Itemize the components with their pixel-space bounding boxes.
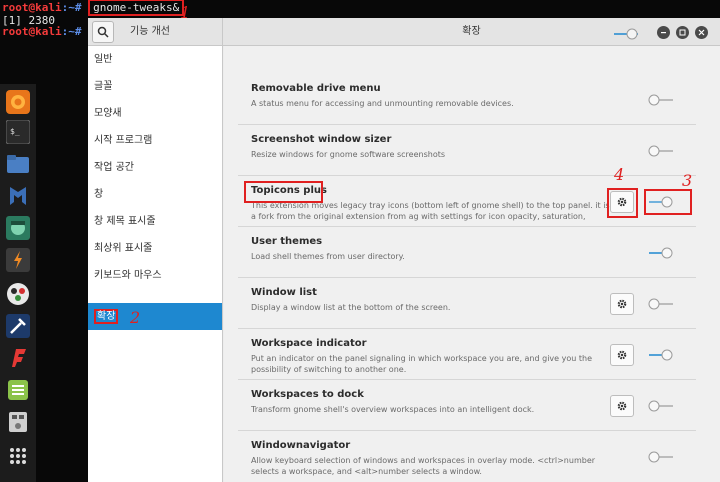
burp-icon[interactable] [6,248,30,272]
prompt-path: :~# [61,25,82,38]
extension-row-removable-drive-menu: Removable drive menu A status menu for a… [238,74,696,125]
extension-row-window-list: Window list Display a window list at the… [238,278,696,329]
notes-icon[interactable] [6,378,30,402]
extension-row-screenshot-window-sizer: Screenshot window sizer Resize windows f… [238,125,696,176]
sidebar-item-window-titlebars[interactable]: 창 제목 표시줄 [88,208,222,235]
sidebar-item-windows[interactable]: 창 [88,181,222,208]
extensions-list: Removable drive menu A status menu for a… [224,46,720,482]
header-bar: 확장 [223,18,720,46]
page-title: 확장 [462,26,481,37]
extension-description: This extension moves legacy tray icons (… [251,201,610,221]
flashfire-icon[interactable] [6,346,30,370]
sidebar: 일반 글꼴 모양새 시작 프로그램 작업 공간 창 창 제목 표시줄 최상위 표… [88,46,223,482]
sidebar-header: 기능 개선 [88,18,223,46]
extension-title: Workspace indicator [251,338,367,349]
multi-circle-icon[interactable] [6,282,30,306]
screen: root@kali:~# gnome-tweaks& [1] 2380 root… [0,0,720,482]
sidebar-item-appearance[interactable]: 모양새 [88,100,222,127]
extension-row-windownavigator: Windownavigator Allow keyboard selection… [238,431,696,482]
extension-title: Windownavigator [251,440,351,451]
dock: $_ [0,84,36,482]
extension-toggle-off[interactable] [648,298,674,310]
annotation-box-toggle [644,189,692,215]
close-icon [698,29,705,36]
extension-toggle-off[interactable] [648,451,674,463]
extension-settings-button[interactable] [610,395,634,417]
extension-row-workspaces-to-dock: Workspaces to dock Transform gnome shell… [238,380,696,431]
minimize-button[interactable] [657,26,670,39]
extension-description: Display a window list at the bottom of t… [251,303,451,312]
prompt-user: root@kali [2,1,62,14]
gear-icon [617,299,627,309]
annotation-number-2: 2 [130,308,141,327]
sidebar-item-keyboard-mouse[interactable]: 키보드와 마우스 [88,262,222,289]
extension-title: Removable drive menu [251,83,381,94]
extension-settings-button[interactable] [610,293,634,315]
extension-settings-button[interactable] [610,344,634,366]
extension-description: Put an indicator on the panel signaling … [251,354,592,374]
sidebar-item-fonts[interactable]: 글꼴 [88,73,222,100]
tool-icon[interactable] [6,314,30,338]
maximize-icon [679,29,686,36]
sidebar-item-general[interactable]: 일반 [88,46,222,73]
extension-title: User themes [251,236,323,247]
grid-icon[interactable] [6,444,30,468]
sidebar-item-extensions-label: 확장 [94,309,119,324]
annotation-number-3: 3 [682,171,693,190]
extension-description: A status menu for accessing and unmounti… [251,99,514,108]
metasploit-icon[interactable] [6,184,30,208]
gear-icon [617,401,627,411]
extension-title: Workspaces to dock [251,389,364,400]
extension-row-user-themes: User themes Load shell themes from user … [238,227,696,278]
sidebar-title: 기능 개선 [130,26,170,37]
sidebar-item-top-bar[interactable]: 최상위 표시줄 [88,235,222,262]
sidebar-item-startup-apps[interactable]: 시작 프로그램 [88,127,222,154]
extension-description: Transform gnome shell's overview workspa… [251,405,535,414]
prompt-path: :~# [61,1,82,14]
terminal-icon[interactable]: $_ [6,120,30,144]
terminal-line-1: root@kali:~# gnome-tweaks& [2,0,185,16]
extension-toggle-off[interactable] [648,94,674,106]
annotation-box-settings [607,188,638,218]
extension-toggle-on[interactable] [648,349,674,361]
search-button[interactable] [92,21,114,43]
archive-icon[interactable] [6,410,30,434]
search-icon [97,26,109,38]
extension-title: Window list [251,287,317,298]
extension-title: Screenshot window sizer [251,134,392,145]
terminal-line-3: root@kali:~# [2,25,96,39]
annotation-box-topicons-title [244,181,323,203]
extension-description: Load shell themes from user directory. [251,252,405,261]
face-icon[interactable] [6,216,30,240]
annotation-number-4: 4 [614,165,625,184]
extension-row-workspace-indicator: Workspace indicator Put an indicator on … [238,329,696,380]
extension-toggle-on[interactable] [648,247,674,259]
close-button[interactable] [695,26,708,39]
firefox-icon[interactable] [6,90,30,114]
gear-icon [617,350,627,360]
extension-description: Resize windows for gnome software screen… [251,150,446,159]
tweaks-window: 기능 개선 확장 일반 글꼴 모양새 시작 프로그램 작업 공간 창 창 제목 … [88,18,720,482]
maximize-button[interactable] [676,26,689,39]
folder-icon[interactable] [6,152,30,176]
header-toggle-switch[interactable] [613,25,639,44]
command-text: gnome-tweaks& [88,0,185,16]
extension-toggle-off[interactable] [648,145,674,157]
minimize-icon [661,32,666,34]
sidebar-item-extensions[interactable]: 확장 [88,303,222,330]
prompt-user: root@kali [2,25,62,38]
extension-toggle-off[interactable] [648,400,674,412]
extension-description: Allow keyboard selection of windows and … [251,456,596,476]
svg-text:$_: $_ [10,127,20,136]
sidebar-item-workspaces[interactable]: 작업 공간 [88,154,222,181]
